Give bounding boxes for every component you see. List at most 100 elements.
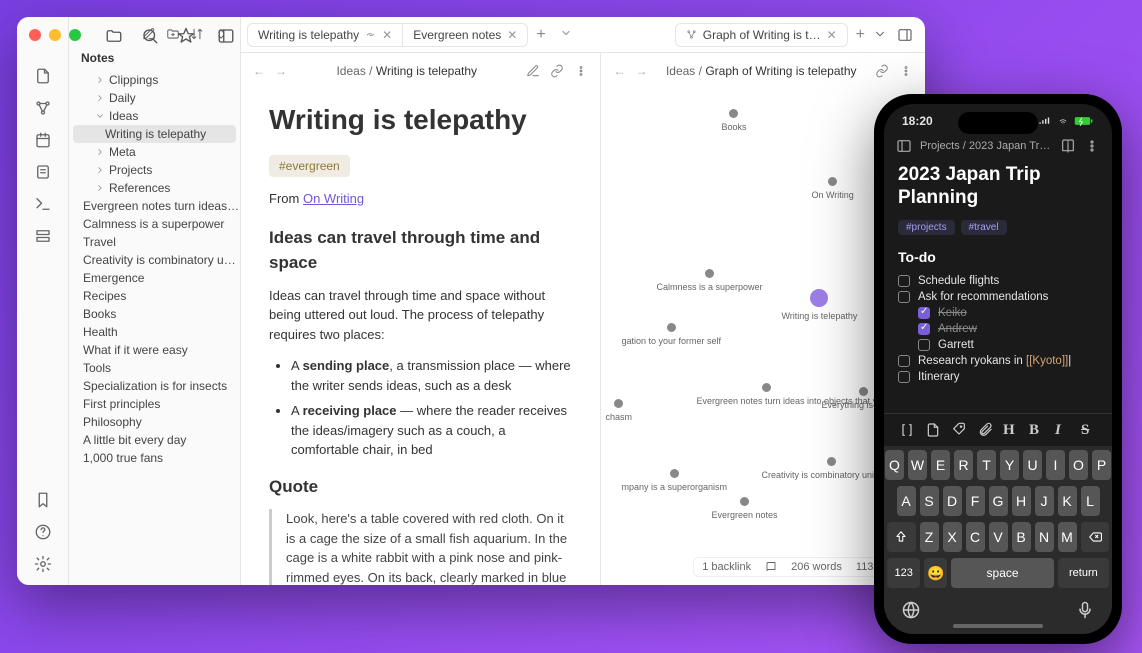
key-r[interactable]: R <box>954 450 973 480</box>
back-button-graph[interactable]: ← <box>613 64 625 78</box>
tab-dropdown-left[interactable] <box>554 27 578 42</box>
graph-node[interactable]: gation to your former self <box>621 323 721 346</box>
tree-item[interactable]: Writing is telepathy <box>73 125 236 143</box>
tree-item[interactable]: Ideas <box>69 107 240 125</box>
phone-panel-icon[interactable] <box>896 138 912 154</box>
settings-icon[interactable] <box>34 555 52 573</box>
tree-note[interactable]: Creativity is combinatory u… <box>69 251 240 269</box>
breadcrumb[interactable]: Ideas / Writing is telepathy <box>297 64 516 78</box>
tag-icon[interactable] <box>951 422 967 438</box>
more-icon[interactable] <box>574 64 588 78</box>
note-editor[interactable]: Writing is telepathy #evergreen From On … <box>241 89 600 585</box>
tree-note[interactable]: Calmness is a superpower <box>69 215 240 233</box>
graph-node[interactable]: chasm <box>605 399 632 422</box>
key-m[interactable]: M <box>1058 522 1077 552</box>
backspace-key[interactable] <box>1081 522 1110 552</box>
bold-format[interactable]: B <box>1029 422 1045 438</box>
todo-item[interactable]: Schedule flights <box>898 273 1098 289</box>
key-f[interactable]: F <box>966 486 985 516</box>
space-key[interactable]: space <box>951 558 1053 588</box>
calendar-icon[interactable] <box>34 131 52 149</box>
attach-icon[interactable] <box>977 422 993 438</box>
tree-item[interactable]: References <box>69 179 240 197</box>
tree-item[interactable]: Meta <box>69 143 240 161</box>
key-z[interactable]: Z <box>920 522 939 552</box>
numbers-key[interactable]: 123 <box>887 558 920 588</box>
key-b[interactable]: B <box>1012 522 1031 552</box>
tree-note[interactable]: Books <box>69 305 240 323</box>
key-l[interactable]: L <box>1081 486 1100 516</box>
link-icon-graph[interactable] <box>875 64 889 78</box>
tree-note[interactable]: Emergence <box>69 269 240 287</box>
panel-icon[interactable] <box>217 27 235 45</box>
todo-item[interactable]: Keiko <box>898 305 1098 321</box>
checkbox[interactable] <box>918 323 930 335</box>
tree-item[interactable]: Projects <box>69 161 240 179</box>
heading-format[interactable]: H <box>1003 422 1019 438</box>
tree-note[interactable]: Specialization is for insects <box>69 377 240 395</box>
phone-note-body[interactable]: 2023 Japan Trip Planning #projects#trave… <box>884 160 1112 413</box>
checkbox[interactable] <box>898 291 910 303</box>
tab-chevron-down-icon[interactable] <box>873 27 887 41</box>
key-o[interactable]: O <box>1069 450 1088 480</box>
help-icon[interactable] <box>34 523 52 541</box>
graph-node[interactable]: Writing is telepathy <box>781 289 857 321</box>
folder-icon[interactable] <box>105 27 123 45</box>
tree-note[interactable]: Evergreen notes turn ideas… <box>69 197 240 215</box>
key-g[interactable]: G <box>989 486 1008 516</box>
todo-item[interactable]: Research ryokans in [[Kyoto]]| <box>898 353 1098 369</box>
phone-more-icon[interactable] <box>1084 138 1100 154</box>
minimize-window[interactable] <box>49 29 61 41</box>
checkbox[interactable] <box>918 339 930 351</box>
tab[interactable]: Writing is telepathy✕ <box>248 24 403 46</box>
forward-button-graph[interactable]: → <box>635 64 647 78</box>
italic-format[interactable]: I <box>1055 422 1071 438</box>
key-p[interactable]: P <box>1092 450 1111 480</box>
tree-note[interactable]: First principles <box>69 395 240 413</box>
forward-button[interactable]: → <box>275 64 287 78</box>
back-button[interactable]: ← <box>253 64 265 78</box>
checkbox[interactable] <box>898 275 910 287</box>
key-e[interactable]: E <box>931 450 950 480</box>
todo-item[interactable]: Garrett <box>898 337 1098 353</box>
add-tab-right[interactable]: + <box>848 26 873 44</box>
key-v[interactable]: V <box>989 522 1008 552</box>
key-a[interactable]: A <box>897 486 916 516</box>
graph-node[interactable]: Calmness is a superpower <box>656 269 762 292</box>
shift-key[interactable] <box>887 522 916 552</box>
maximize-window[interactable] <box>69 29 81 41</box>
checkbox[interactable] <box>898 371 910 383</box>
tree-note[interactable]: A little bit every day <box>69 431 240 449</box>
key-q[interactable]: Q <box>885 450 904 480</box>
tree-note[interactable]: Health <box>69 323 240 341</box>
tag-evergreen[interactable]: #evergreen <box>269 155 350 177</box>
strike-format[interactable]: S <box>1081 422 1097 438</box>
terminal-icon[interactable] <box>34 195 52 213</box>
key-i[interactable]: I <box>1046 450 1065 480</box>
tree-item[interactable]: Clippings <box>69 71 240 89</box>
close-window[interactable] <box>29 29 41 41</box>
graph-node[interactable]: mpany is a superorganism <box>621 469 727 492</box>
tab[interactable]: Evergreen notes✕ <box>403 24 527 46</box>
tree-note[interactable]: Tools <box>69 359 240 377</box>
key-s[interactable]: S <box>920 486 939 516</box>
phone-breadcrumb[interactable]: Projects / 2023 Japan Trip Pl… <box>920 140 1052 152</box>
backlinks-count[interactable]: 1 backlink <box>702 561 751 573</box>
key-u[interactable]: U <box>1023 450 1042 480</box>
checkbox[interactable] <box>918 307 930 319</box>
globe-icon[interactable] <box>901 600 921 620</box>
tree-note[interactable]: 1,000 true fans <box>69 449 240 467</box>
tree-item[interactable]: Daily <box>69 89 240 107</box>
more-icon-graph[interactable] <box>899 64 913 78</box>
key-y[interactable]: Y <box>1000 450 1019 480</box>
graph-node[interactable]: Evergreen notes <box>711 497 777 520</box>
panel-right-icon[interactable] <box>897 27 913 43</box>
add-tab-left[interactable]: + <box>528 26 553 44</box>
documents-icon[interactable] <box>34 163 52 181</box>
phone-book-icon[interactable] <box>1060 138 1076 154</box>
key-d[interactable]: D <box>943 486 962 516</box>
emoji-key[interactable]: 😀 <box>924 558 947 588</box>
mic-icon[interactable] <box>1075 600 1095 620</box>
key-t[interactable]: T <box>977 450 996 480</box>
graph-icon[interactable] <box>34 99 52 117</box>
